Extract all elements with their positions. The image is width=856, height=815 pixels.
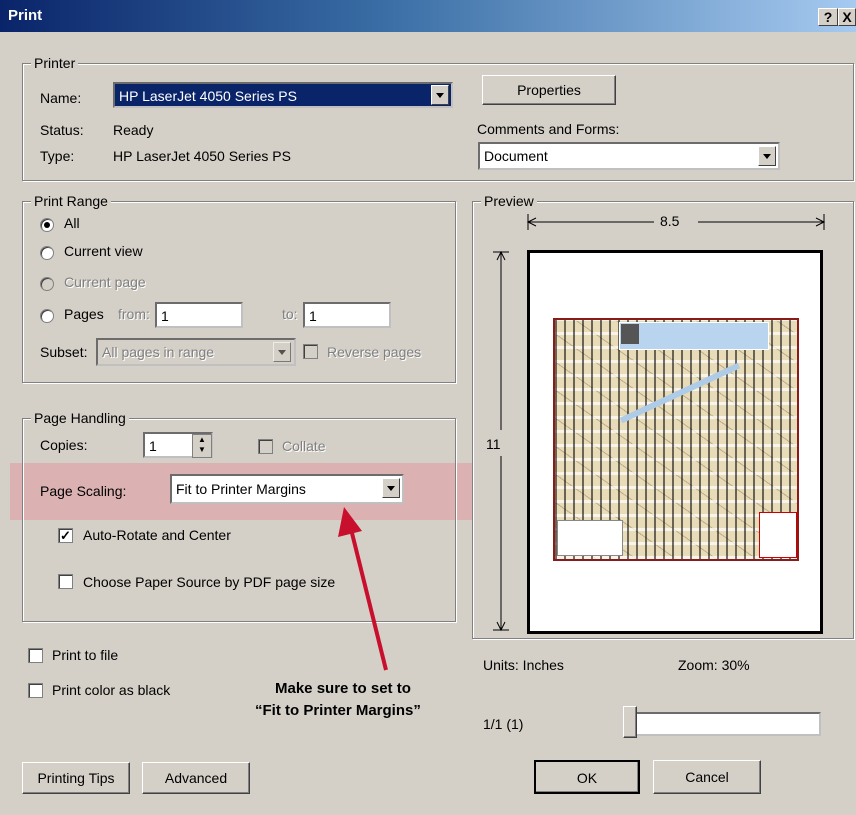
name-label: Name:: [40, 90, 82, 106]
window-title: Print: [8, 7, 43, 24]
page-scaling-select[interactable]: Fit to Printer Margins: [170, 474, 404, 504]
ok-button[interactable]: OK: [534, 760, 640, 794]
print-to-file-checkbox[interactable]: [28, 648, 43, 663]
printer-name-select[interactable]: HP LaserJet 4050 Series PS: [113, 82, 453, 108]
preview-map-image: [553, 318, 799, 561]
printing-tips-button[interactable]: Printing Tips: [22, 762, 130, 794]
printer-name-dropdown-icon[interactable]: [431, 85, 449, 105]
color-as-black-label: Print color as black: [52, 682, 171, 698]
height-label: 11: [486, 436, 501, 452]
pages-from-input[interactable]: 1: [155, 302, 243, 328]
type-value: HP LaserJet 4050 Series PS: [113, 148, 291, 164]
annotation-arrow: [338, 507, 388, 671]
print-to-file-label: Print to file: [52, 647, 119, 663]
help-button[interactable]: ?: [818, 8, 838, 26]
radio-current-page: [40, 277, 54, 291]
printer-legend: Printer: [31, 55, 79, 71]
pages-from-label: from:: [118, 306, 150, 322]
annotation-line2: “Fit to Printer Margins”: [255, 702, 421, 719]
subset-select: All pages in range: [96, 338, 296, 366]
zoom-label: Zoom: 30%: [678, 657, 750, 673]
page-scaling-value: Fit to Printer Margins: [176, 481, 306, 497]
subset-dropdown-icon: [273, 342, 291, 362]
paper-source-label: Choose Paper Source by PDF page size: [83, 574, 336, 590]
radio-all[interactable]: [40, 218, 54, 232]
type-label: Type:: [40, 148, 75, 164]
radio-current-view[interactable]: [40, 246, 54, 260]
units-label: Units: Inches: [483, 657, 564, 673]
radio-pages[interactable]: [40, 309, 54, 323]
page-indicator: 1/1 (1): [483, 716, 524, 732]
page-scaling-dropdown-icon[interactable]: [382, 478, 400, 498]
print-range-legend: Print Range: [31, 193, 111, 209]
radio-current-page-label: Current page: [64, 274, 146, 290]
pages-from-value: 1: [161, 308, 169, 324]
reverse-pages-label: Reverse pages: [327, 344, 422, 360]
status-value: Ready: [113, 122, 154, 138]
radio-pages-label: Pages: [64, 306, 104, 322]
pages-to-label: to:: [282, 306, 298, 322]
close-button[interactable]: X: [838, 8, 856, 26]
radio-current-view-label: Current view: [64, 243, 143, 259]
printer-name-value: HP LaserJet 4050 Series PS: [119, 88, 297, 104]
subset-value: All pages in range: [102, 344, 215, 360]
copies-spinner[interactable]: ▲ ▼: [192, 434, 212, 458]
pages-to-input[interactable]: 1: [303, 302, 391, 328]
page-scaling-label: Page Scaling:: [40, 483, 127, 499]
reverse-pages-checkbox: [303, 344, 318, 359]
preview-legend: Preview: [481, 193, 537, 209]
comments-value: Document: [484, 148, 548, 164]
advanced-button[interactable]: Advanced: [142, 762, 250, 794]
properties-button[interactable]: Properties: [482, 75, 616, 105]
page-slider-track[interactable]: [623, 712, 821, 736]
copies-value: 1: [149, 438, 157, 454]
annotation-line1: Make sure to set to: [275, 680, 411, 697]
width-label: 8.5: [660, 213, 680, 229]
auto-rotate-checkbox[interactable]: ✓: [58, 528, 73, 543]
collate-label: Collate: [282, 438, 326, 454]
map-inset-image: [759, 512, 797, 558]
page-handling-legend: Page Handling: [31, 410, 129, 426]
color-as-black-checkbox[interactable]: [28, 683, 43, 698]
map-road-image: [619, 362, 741, 424]
comments-select[interactable]: Document: [478, 142, 780, 170]
map-photo-image: [621, 324, 639, 344]
paper-source-checkbox[interactable]: [58, 574, 73, 589]
subset-label: Subset:: [40, 344, 88, 360]
comments-label: Comments and Forms:: [477, 121, 620, 137]
cancel-button[interactable]: Cancel: [653, 760, 761, 794]
comments-dropdown-icon[interactable]: [758, 146, 776, 166]
title-bar: Print ? X: [0, 0, 856, 32]
auto-rotate-label: Auto-Rotate and Center: [83, 527, 231, 543]
collate-checkbox: [258, 439, 273, 454]
status-label: Status:: [40, 122, 84, 138]
map-title-block: [619, 322, 769, 350]
copies-label: Copies:: [40, 437, 88, 453]
page-slider-thumb[interactable]: [623, 706, 637, 738]
map-legend-block: [557, 520, 623, 556]
radio-all-label: All: [64, 215, 80, 231]
pages-to-value: 1: [309, 308, 317, 324]
